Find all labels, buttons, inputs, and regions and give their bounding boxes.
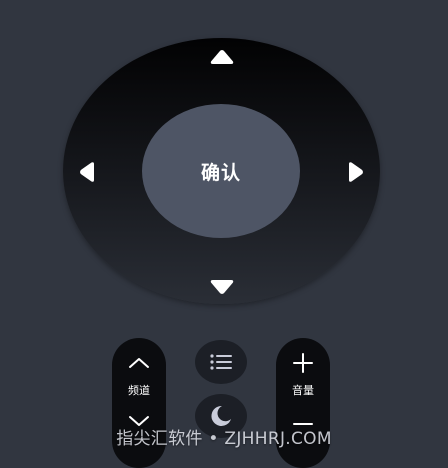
dpad-right-button[interactable] bbox=[346, 160, 366, 184]
menu-button[interactable] bbox=[195, 340, 247, 384]
channel-label: 频道 bbox=[128, 384, 150, 397]
triangle-left-icon bbox=[80, 162, 94, 182]
dpad-down-button[interactable] bbox=[208, 278, 236, 296]
plus-icon bbox=[293, 353, 313, 373]
dpad-left-button[interactable] bbox=[77, 160, 97, 184]
watermark-text: 指尖汇软件 • ZJHHRJ.COM bbox=[116, 429, 332, 449]
dpad-up-button[interactable] bbox=[208, 48, 236, 66]
ok-button[interactable]: 确认 bbox=[142, 104, 300, 238]
remote-control: 确认 频道 音量 指尖汇软件 • ZJHHRJ.COM bbox=[0, 0, 448, 468]
triangle-right-icon bbox=[349, 162, 363, 182]
triangle-down-icon bbox=[210, 280, 234, 294]
list-icon bbox=[210, 354, 232, 370]
chevron-up-icon bbox=[129, 358, 149, 368]
volume-up-button[interactable] bbox=[276, 342, 330, 384]
channel-up-button[interactable] bbox=[112, 342, 166, 384]
triangle-up-icon bbox=[210, 50, 234, 64]
volume-label: 音量 bbox=[292, 384, 314, 397]
